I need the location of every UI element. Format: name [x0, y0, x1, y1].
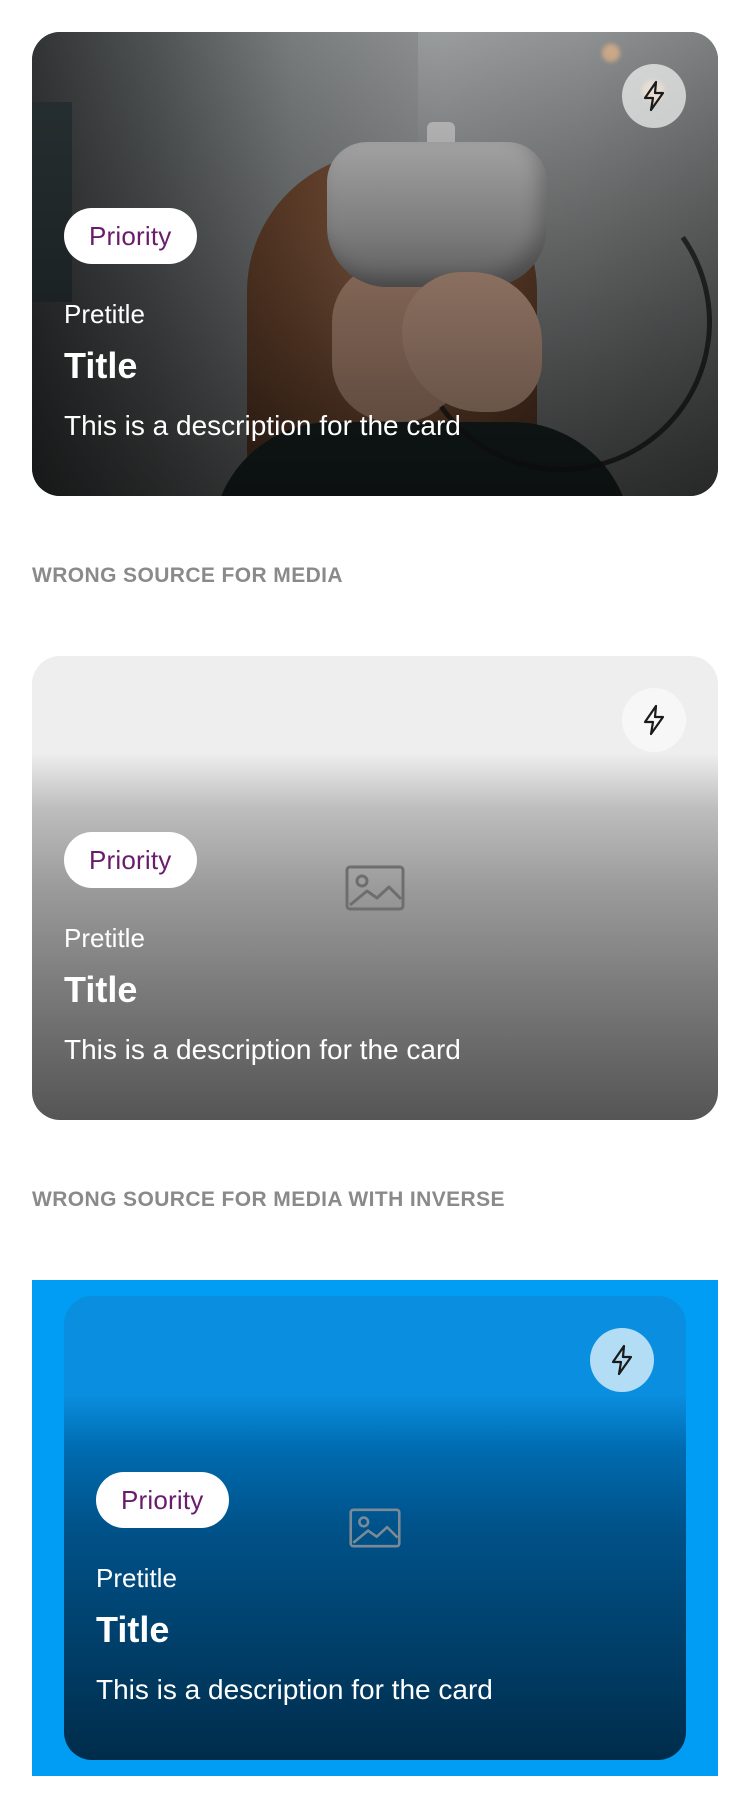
media-card-photo[interactable]: Priority Pretitle Title This is a descri… — [32, 32, 718, 496]
card-title: Title — [64, 345, 138, 386]
card-description: This is a description for the card — [96, 1674, 493, 1705]
lightning-icon — [611, 1344, 633, 1376]
page: Priority Pretitle Title This is a descri… — [0, 0, 750, 1808]
image-placeholder-icon — [345, 865, 405, 911]
lightning-icon — [643, 80, 665, 112]
inverse-section: Priority Pretitle Title This is a descri… — [32, 1280, 718, 1776]
priority-badge: Priority — [64, 208, 197, 264]
card-pretitle: Pretitle — [96, 1563, 177, 1593]
section-caption: WRONG SOURCE FOR MEDIA WITH INVERSE — [32, 1188, 505, 1211]
card-pretitle: Pretitle — [64, 923, 145, 953]
card-title: Title — [96, 1609, 170, 1650]
card-pretitle: Pretitle — [64, 299, 145, 329]
media-card-inverse[interactable]: Priority Pretitle Title This is a descri… — [64, 1296, 686, 1760]
lightning-icon — [643, 704, 665, 736]
card-title: Title — [64, 969, 138, 1010]
priority-badge: Priority — [96, 1472, 229, 1528]
card-description: This is a description for the card — [64, 1034, 461, 1065]
lightning-action-button[interactable] — [590, 1328, 654, 1392]
image-placeholder-icon — [349, 1508, 401, 1548]
priority-badge: Priority — [64, 832, 197, 888]
lightning-action-button[interactable] — [622, 688, 686, 752]
lightning-action-button[interactable] — [622, 64, 686, 128]
media-card-fallback[interactable]: Priority Pretitle Title This is a descri… — [32, 656, 718, 1120]
card-description: This is a description for the card — [64, 410, 461, 441]
section-caption: WRONG SOURCE FOR MEDIA — [32, 564, 343, 587]
